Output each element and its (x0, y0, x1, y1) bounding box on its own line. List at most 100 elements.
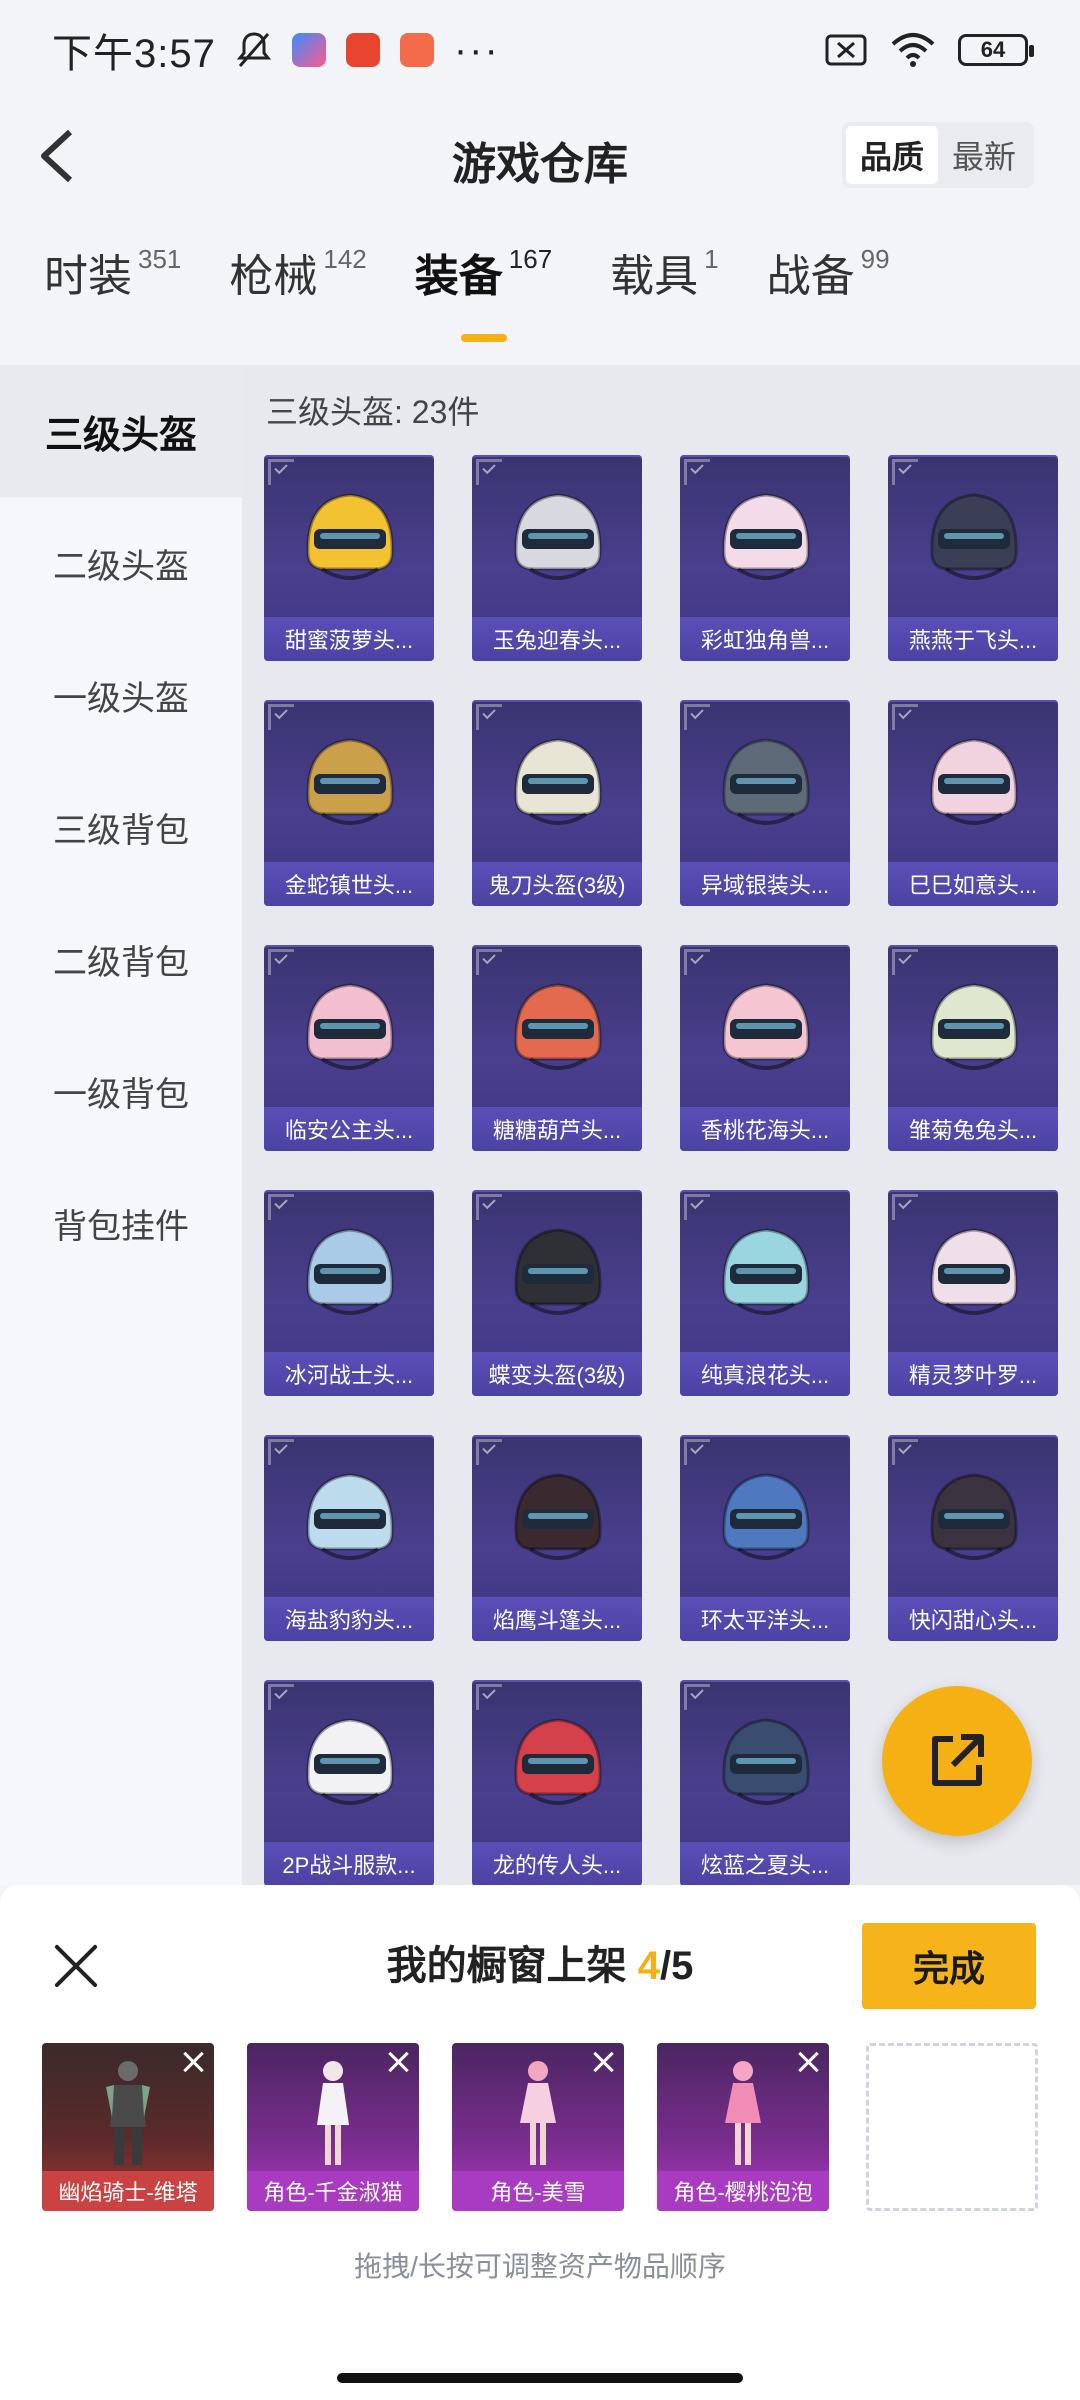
select-check-icon[interactable] (268, 704, 294, 730)
sidebar-item-level3-helmet[interactable]: 三级头盔 (0, 365, 242, 497)
helmet-item-card[interactable]: 焰鹰斗篷头... (472, 1435, 642, 1641)
helmet-item-card[interactable]: 香桃花海头... (680, 945, 850, 1151)
tab-equipment[interactable]: 装备 167 (415, 240, 552, 342)
select-check-icon[interactable] (476, 1439, 502, 1465)
remove-slot-icon[interactable] (385, 2049, 411, 2075)
sidebar-item-level1-backpack[interactable]: 一级背包 (0, 1025, 242, 1157)
tab-supplies[interactable]: 战备 99 (767, 240, 890, 304)
sort-newest-option[interactable]: 最新 (938, 126, 1030, 184)
share-button[interactable] (882, 1686, 1032, 1836)
select-check-icon[interactable] (476, 1684, 502, 1710)
select-check-icon[interactable] (892, 459, 918, 485)
helmet-item-card[interactable]: 精灵梦叶罗... (888, 1190, 1058, 1396)
helmet-item-card[interactable]: 快闪甜心头... (888, 1435, 1058, 1641)
helmet-icon (306, 1473, 394, 1560)
select-check-icon[interactable] (268, 949, 294, 975)
video-app-icon (291, 33, 326, 67)
helmet-item-card[interactable]: 雏菊兔兔头... (888, 945, 1058, 1151)
select-check-icon[interactable] (684, 1684, 710, 1710)
select-check-icon[interactable] (684, 1439, 710, 1465)
helmet-item-card[interactable]: 海盐豹豹头... (264, 1435, 434, 1641)
helmet-item-card[interactable]: 甜蜜菠萝头... (264, 455, 434, 661)
item-name: 糖糖葫芦头... (472, 1107, 642, 1151)
select-check-icon[interactable] (476, 704, 502, 730)
character-figure (520, 2061, 556, 2165)
reorder-hint: 拖拽/长按可调整资产物品顺序 (354, 2251, 726, 2282)
item-name: 2P战斗服款... (264, 1842, 434, 1886)
item-grid-area: 三级头盔: 23件 甜蜜菠萝头... 玉兔迎春头... 彩虹独角兽... 燕燕于飞头.… (242, 365, 1080, 1886)
done-button[interactable]: 完成 (862, 1923, 1036, 2009)
select-check-icon[interactable] (684, 459, 710, 485)
showcase-slot[interactable]: 角色-美雪 (452, 2043, 624, 2211)
item-name: 快闪甜心头... (888, 1597, 1058, 1641)
back-arrow-icon[interactable] (30, 126, 90, 186)
sidebar-item-level2-helmet[interactable]: 二级头盔 (0, 497, 242, 629)
select-check-icon[interactable] (684, 1194, 710, 1220)
helmet-item-card[interactable]: 彩虹独角兽... (680, 455, 850, 661)
helmet-item-card[interactable]: 龙的传人头... (472, 1680, 642, 1886)
sidebar-item-level2-backpack[interactable]: 二级背包 (0, 893, 242, 1025)
helmet-item-card[interactable]: 鬼刀头盔(3级) (472, 700, 642, 906)
select-check-icon[interactable] (892, 1439, 918, 1465)
helmet-icon (930, 738, 1018, 825)
tab-label: 时装 (44, 252, 132, 301)
select-check-icon[interactable] (268, 1684, 294, 1710)
remove-slot-icon[interactable] (180, 2049, 206, 2075)
select-check-icon[interactable] (892, 949, 918, 975)
notification-off-icon (236, 32, 271, 67)
helmet-item-card[interactable]: 金蛇镇世头... (264, 700, 434, 906)
showcase-slot[interactable]: 角色-千金淑猫 (247, 2043, 419, 2211)
helmet-icon (514, 1228, 602, 1315)
taobao-app-icon (345, 33, 380, 67)
item-name: 临安公主头... (264, 1107, 434, 1151)
select-check-icon[interactable] (892, 1194, 918, 1220)
select-check-icon[interactable] (892, 704, 918, 730)
sidebar-item-backpack-charm[interactable]: 背包挂件 (0, 1157, 242, 1289)
remove-slot-icon[interactable] (795, 2049, 821, 2075)
item-name: 海盐豹豹头... (264, 1597, 434, 1641)
helmet-icon (930, 493, 1018, 580)
tab-vehicles[interactable]: 载具 1 (610, 240, 718, 304)
select-check-icon[interactable] (268, 1439, 294, 1465)
select-check-icon[interactable] (476, 949, 502, 975)
select-check-icon[interactable] (684, 704, 710, 730)
item-name: 精灵梦叶罗... (888, 1352, 1058, 1396)
select-check-icon[interactable] (684, 949, 710, 975)
helmet-item-card[interactable]: 燕燕于飞头... (888, 455, 1058, 661)
helmet-item-card[interactable]: 炫蓝之夏头... (680, 1680, 850, 1886)
showcase-slot[interactable]: 角色-樱桃泡泡 (657, 2043, 829, 2211)
tab-label: 载具 (610, 252, 699, 301)
helmet-icon (514, 493, 602, 580)
sidebar-item-level1-helmet[interactable]: 一级头盔 (0, 629, 242, 761)
helmet-item-card[interactable]: 糖糖葫芦头... (472, 945, 642, 1151)
tab-count: 351 (138, 244, 182, 274)
helmet-item-card[interactable]: 巳巳如意头... (888, 700, 1058, 906)
tab-guns[interactable]: 枪械 142 (229, 240, 366, 304)
helmet-item-card[interactable]: 蝶变头盔(3级) (472, 1190, 642, 1396)
showcase-count-current: 4 (637, 1944, 660, 1988)
item-name: 焰鹰斗篷头... (472, 1597, 642, 1641)
showcase-slot[interactable]: 幽焰骑士-维塔 (42, 2043, 214, 2211)
helmet-icon (514, 738, 602, 825)
helmet-item-card[interactable]: 临安公主头... (264, 945, 434, 1151)
helmet-item-card[interactable]: 环太平洋头... (680, 1435, 850, 1641)
tab-fashion[interactable]: 时装 351 (44, 240, 181, 304)
empty-showcase-slot[interactable] (866, 2043, 1038, 2211)
select-check-icon[interactable] (268, 1194, 294, 1220)
remove-slot-icon[interactable] (590, 2049, 616, 2075)
sidebar-item-level3-backpack[interactable]: 三级背包 (0, 761, 242, 893)
helmet-icon (306, 738, 394, 825)
item-name: 冰河战士头... (264, 1352, 434, 1396)
helmet-item-card[interactable]: 冰河战士头... (264, 1190, 434, 1396)
select-check-icon[interactable] (268, 459, 294, 485)
helmet-icon (930, 1473, 1018, 1560)
home-indicator[interactable] (337, 2373, 743, 2383)
helmet-item-card[interactable]: 异域银装头... (680, 700, 850, 906)
select-check-icon[interactable] (476, 1194, 502, 1220)
helmet-item-card[interactable]: 2P战斗服款... (264, 1680, 434, 1886)
helmet-item-card[interactable]: 玉兔迎春头... (472, 455, 642, 661)
select-check-icon[interactable] (476, 459, 502, 485)
sort-quality-option[interactable]: 品质 (845, 126, 938, 184)
helmet-item-card[interactable]: 纯真浪花头... (680, 1190, 850, 1396)
slot-name: 角色-樱桃泡泡 (657, 2171, 829, 2211)
